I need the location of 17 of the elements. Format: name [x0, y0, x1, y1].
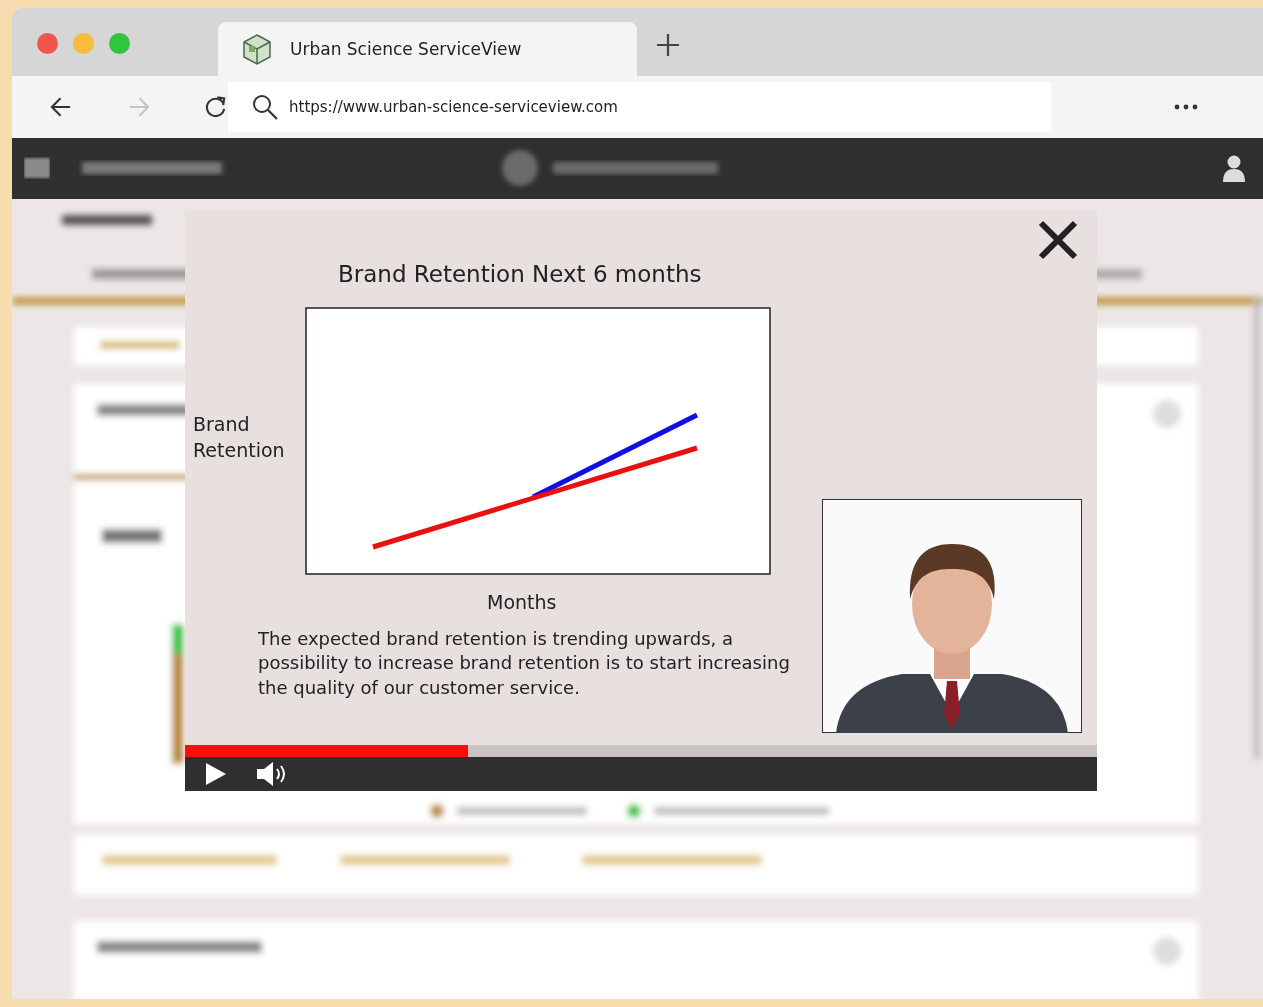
tab-title: Urban Science ServiceView — [290, 39, 522, 59]
address-field[interactable]: https://www.urban-science-serviceview.com — [228, 81, 1051, 132]
progress-track[interactable] — [185, 745, 1097, 757]
chart-title: Brand Retention Next 6 months — [338, 261, 702, 287]
x-axis-label: Months — [487, 591, 557, 613]
browser-tab[interactable]: Urban Science ServiceView — [218, 22, 637, 76]
play-icon[interactable] — [205, 762, 227, 786]
cube-icon — [240, 32, 274, 66]
user-icon[interactable] — [1223, 154, 1245, 183]
url-text: https://www.urban-science-serviceview.com — [289, 97, 618, 116]
new-tab-icon[interactable] — [655, 32, 681, 58]
caption-text: The expected brand retention is trending upwards, a possibility to increase brand retention is to start increasing the quality of our customer service. — [258, 627, 791, 700]
search-icon — [251, 92, 279, 121]
more-icon[interactable] — [1173, 102, 1199, 111]
close-icon[interactable] — [1037, 219, 1079, 261]
y-axis-label: Brand Retention — [193, 412, 286, 463]
reload-icon[interactable] — [203, 93, 228, 120]
